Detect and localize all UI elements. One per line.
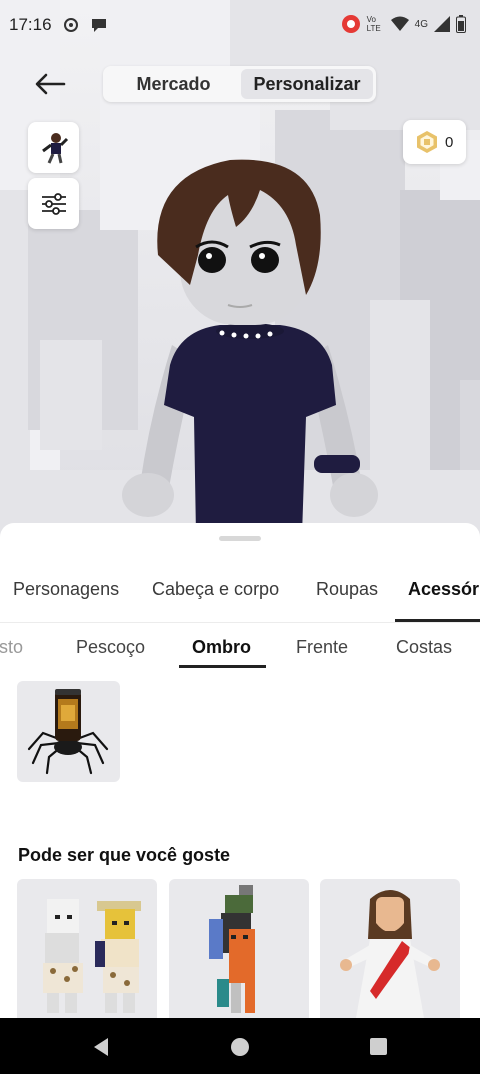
nav-home-icon[interactable] <box>230 1037 250 1057</box>
tab-rosto[interactable]: Rosto <box>0 637 23 658</box>
recommendation-card[interactable] <box>320 879 460 1018</box>
settings-gear-icon <box>64 18 78 32</box>
tab-frente[interactable]: Frente <box>296 637 348 658</box>
tab-roupas[interactable]: Roupas <box>316 579 378 600</box>
record-indicator-icon <box>341 15 360 33</box>
scene-block <box>40 340 102 450</box>
recommendation-card[interactable] <box>17 879 157 1018</box>
blocky-pair-thumbnail <box>43 899 141 1013</box>
nav-back-icon[interactable] <box>92 1037 110 1057</box>
battery-icon <box>456 15 466 33</box>
spider-accessory-thumbnail <box>27 689 109 775</box>
tab-cabeca-e-corpo[interactable]: Cabeça e corpo <box>152 579 279 600</box>
recommendation-card[interactable] <box>169 879 309 1018</box>
status-icons: Vo LTE 4G <box>341 14 466 34</box>
back-button[interactable] <box>30 68 70 100</box>
system-nav-bar <box>0 1018 480 1074</box>
tab-pescoco[interactable]: Pescoço <box>76 637 145 658</box>
sheet-drag-handle[interactable] <box>219 536 261 541</box>
sliders-icon <box>41 192 66 215</box>
network-label: 4G <box>414 18 428 30</box>
recommendations-title: Pode ser que você goste <box>18 845 231 865</box>
status-time: 17:16 <box>9 15 52 34</box>
blocky-trio-thumbnail <box>209 885 255 1013</box>
adjust-button[interactable] <box>28 178 79 229</box>
arrow-left-icon <box>35 73 66 95</box>
avatar-pose-icon <box>41 132 68 164</box>
robed-figure-thumbnail <box>340 890 440 1018</box>
subcategory-active-indicator <box>179 665 266 668</box>
tab-acessorios[interactable]: Acessórios <box>408 579 480 600</box>
avatar-figure <box>122 159 378 535</box>
tab-mercado[interactable]: Mercado <box>106 69 241 99</box>
volte-label: Vo LTE <box>366 15 381 33</box>
robux-balance-button[interactable]: 0 <box>403 120 466 164</box>
robux-count: 0 <box>445 134 454 151</box>
tab-ombro[interactable]: Ombro <box>192 637 251 658</box>
tab-personalizar[interactable]: Personalizar <box>241 69 373 99</box>
signal-icon <box>434 16 450 32</box>
emote-button[interactable] <box>28 122 79 173</box>
customize-sheet: Personagens Cabeça e corpo Roupas Acessó… <box>0 523 480 1018</box>
accessory-item-card[interactable] <box>17 681 120 782</box>
chat-bubble-icon <box>92 19 106 32</box>
wifi-icon <box>390 16 409 31</box>
scene-block <box>0 190 30 500</box>
tab-costas[interactable]: Costas <box>396 637 452 658</box>
mode-tabs: Mercado Personalizar <box>103 66 376 102</box>
status-bar: 17:16 Vo LTE 4G <box>0 0 480 50</box>
nav-recents-icon[interactable] <box>370 1038 387 1055</box>
tabs-divider <box>0 622 480 623</box>
category-tabs: Personagens Cabeça e corpo Roupas Acessó… <box>0 571 480 621</box>
robux-icon <box>417 131 437 153</box>
tab-personagens[interactable]: Personagens <box>13 579 119 600</box>
